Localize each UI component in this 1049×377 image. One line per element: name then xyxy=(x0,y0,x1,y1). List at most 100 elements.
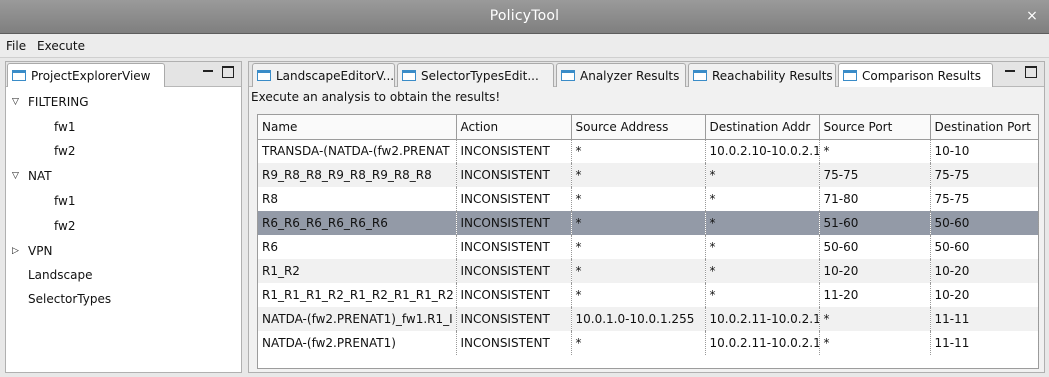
tree-item-landscape[interactable]: Landscape xyxy=(28,268,92,282)
column-header-destination-port[interactable]: Destination Port xyxy=(929,115,1039,140)
table-cell[interactable]: 10.0.1.0-10.0.1.255 xyxy=(571,307,706,331)
table-cell[interactable]: 10-20 xyxy=(930,283,1039,307)
expand-arrow-icon[interactable]: ▽ xyxy=(12,171,19,181)
table-cell[interactable]: 10-20 xyxy=(819,259,931,283)
table-cell[interactable]: 50-60 xyxy=(819,235,931,259)
tree-item-filtering-fw2[interactable]: fw2 xyxy=(54,144,75,158)
table-cell[interactable]: 11-20 xyxy=(819,283,931,307)
view-icon xyxy=(402,70,416,81)
table-cell[interactable]: TRANSDA-(NATDA-(fw2.PRENAT xyxy=(258,139,457,163)
column-header-source-address[interactable]: Source Address xyxy=(570,115,706,140)
table-row[interactable]: NATDA-(fw2.PRENAT1)_fw1.R1_I INCONSISTENT… xyxy=(258,307,1039,331)
column-header-destination-address[interactable]: Destination Addr xyxy=(704,115,820,140)
table-cell[interactable]: * xyxy=(571,139,706,163)
table-cell[interactable]: 10.0.2.10-10.0.2.1 xyxy=(705,139,820,163)
table-cell[interactable]: * xyxy=(571,331,706,355)
tab-analyzer-results[interactable]: Analyzer Results xyxy=(556,63,686,87)
window-titlebar[interactable]: PolicyTool × xyxy=(0,0,1049,34)
table-cell[interactable]: R1_R2 xyxy=(258,259,457,283)
table-cell[interactable]: NATDA-(fw2.PRENAT1)_fw1.R1_I xyxy=(258,307,457,331)
table-cell[interactable]: * xyxy=(571,283,706,307)
table-row[interactable]: NATDA-(fw2.PRENAT1) INCONSISTENT * 10.0.2.1… xyxy=(258,331,1039,355)
menu-file[interactable]: File xyxy=(6,39,26,53)
table-cell[interactable]: * xyxy=(705,163,820,187)
tab-label: SelectorTypesEdit... xyxy=(421,68,539,83)
table-cell[interactable]: R9_R8_R8_R9_R8_R9_R8_R8 xyxy=(258,163,457,187)
tab-landscape-editor[interactable]: LandscapeEditorV... xyxy=(252,63,395,87)
table-cell[interactable]: * xyxy=(571,259,706,283)
table-cell[interactable]: 10-20 xyxy=(930,259,1039,283)
table-cell[interactable]: * xyxy=(705,259,820,283)
table-row[interactable]: TRANSDA-(NATDA-(fw2.PRENAT INCONSISTENT * 1… xyxy=(258,139,1039,163)
table-cell[interactable]: 71-80 xyxy=(819,187,931,211)
table-cell[interactable]: * xyxy=(819,331,931,355)
tab-comparison-results[interactable]: Comparison Results xyxy=(838,63,993,87)
table-cell[interactable]: * xyxy=(571,187,706,211)
table-cell[interactable]: 75-75 xyxy=(930,163,1039,187)
collapse-arrow-icon[interactable]: ▷ xyxy=(12,246,19,256)
column-header-action[interactable]: Action xyxy=(455,115,572,140)
table-cell[interactable]: INCONSISTENT xyxy=(456,259,572,283)
table-cell[interactable]: 11-11 xyxy=(930,307,1039,331)
table-cell[interactable]: INCONSISTENT xyxy=(456,139,572,163)
tab-reachability-results[interactable]: Reachability Results xyxy=(688,63,836,87)
table-cell[interactable]: R6_R6_R6_R6_R6_R6 xyxy=(258,211,457,235)
table-cell[interactable]: INCONSISTENT xyxy=(456,283,572,307)
table-cell[interactable]: 75-75 xyxy=(930,187,1039,211)
minimize-icon[interactable] xyxy=(202,66,214,78)
table-cell[interactable]: INCONSISTENT xyxy=(456,211,572,235)
table-cell[interactable]: 10.0.2.11-10.0.2.1 xyxy=(705,331,820,355)
table-row[interactable]: R6 INCONSISTENT * * 50-60 50-60 xyxy=(258,235,1039,259)
menu-execute[interactable]: Execute xyxy=(37,39,85,53)
table-cell[interactable]: NATDA-(fw2.PRENAT1) xyxy=(258,331,457,355)
table-cell[interactable]: INCONSISTENT xyxy=(456,235,572,259)
table-cell[interactable]: 75-75 xyxy=(819,163,931,187)
table-row[interactable]: R9_R8_R8_R9_R8_R9_R8_R8 INCONSISTENT * * 75-… xyxy=(258,163,1039,187)
table-cell[interactable]: * xyxy=(705,283,820,307)
column-header-name[interactable]: Name xyxy=(258,115,457,140)
tab-label: Analyzer Results xyxy=(580,68,680,83)
table-cell[interactable]: 51-60 xyxy=(819,211,931,235)
table-cell[interactable]: R6 xyxy=(258,235,457,259)
table-cell[interactable]: R1_R1_R1_R2_R1_R2_R1_R1_R2 xyxy=(258,283,457,307)
close-icon[interactable]: × xyxy=(1023,7,1041,25)
view-icon xyxy=(561,70,575,81)
table-cell[interactable]: * xyxy=(571,235,706,259)
table-cell[interactable]: INCONSISTENT xyxy=(456,331,572,355)
table-cell[interactable]: R8 xyxy=(258,187,457,211)
table-row[interactable]: R1_R1_R1_R2_R1_R2_R1_R1_R2 INCONSISTENT * *… xyxy=(258,283,1039,307)
maximize-icon[interactable] xyxy=(1025,66,1037,78)
minimize-icon[interactable] xyxy=(1004,66,1016,78)
tree-item-nat-fw1[interactable]: fw1 xyxy=(54,194,75,208)
table-cell[interactable]: INCONSISTENT xyxy=(456,187,572,211)
table-row[interactable]: R8 INCONSISTENT * * 71-80 75-75 xyxy=(258,187,1039,211)
table-cell[interactable]: * xyxy=(819,139,931,163)
tree-item-filtering-fw1[interactable]: fw1 xyxy=(54,120,75,134)
table-cell[interactable]: * xyxy=(705,235,820,259)
tree-item-filtering[interactable]: FILTERING xyxy=(28,95,89,109)
tree-item-nat-fw2[interactable]: fw2 xyxy=(54,219,75,233)
tree-item-nat[interactable]: NAT xyxy=(28,169,52,183)
table-cell[interactable]: * xyxy=(705,211,820,235)
table-cell[interactable]: INCONSISTENT xyxy=(456,163,572,187)
expand-arrow-icon[interactable]: ▽ xyxy=(12,97,19,107)
table-cell[interactable]: 50-60 xyxy=(930,211,1039,235)
tree-item-selectortypes[interactable]: SelectorTypes xyxy=(28,292,111,306)
column-header-source-port[interactable]: Source Port xyxy=(818,115,931,140)
table-cell[interactable]: * xyxy=(819,307,931,331)
table-cell[interactable]: * xyxy=(705,187,820,211)
table-cell[interactable]: * xyxy=(571,211,706,235)
maximize-icon[interactable] xyxy=(222,66,234,78)
table-cell[interactable]: 11-11 xyxy=(930,331,1039,355)
table-row[interactable]: R6_R6_R6_R6_R6_R6 INCONSISTENT * * 51-60 50-6… xyxy=(258,211,1039,235)
table-cell[interactable]: 10-10 xyxy=(930,139,1039,163)
tab-project-explorer[interactable]: ProjectExplorerView xyxy=(7,63,165,87)
table-cell[interactable]: 10.0.2.11-10.0.2.1 xyxy=(705,307,820,331)
table-cell[interactable]: 50-60 xyxy=(930,235,1039,259)
comparison-results-table[interactable]: Name Action Source Address Destination A… xyxy=(257,114,1039,369)
tree-item-vpn[interactable]: VPN xyxy=(28,244,52,258)
tab-selector-types-editor[interactable]: SelectorTypesEdit... xyxy=(397,63,554,87)
table-cell[interactable]: INCONSISTENT xyxy=(456,307,572,331)
table-row[interactable]: R1_R2 INCONSISTENT * * 10-20 10-20 xyxy=(258,259,1039,283)
table-cell[interactable]: * xyxy=(571,163,706,187)
